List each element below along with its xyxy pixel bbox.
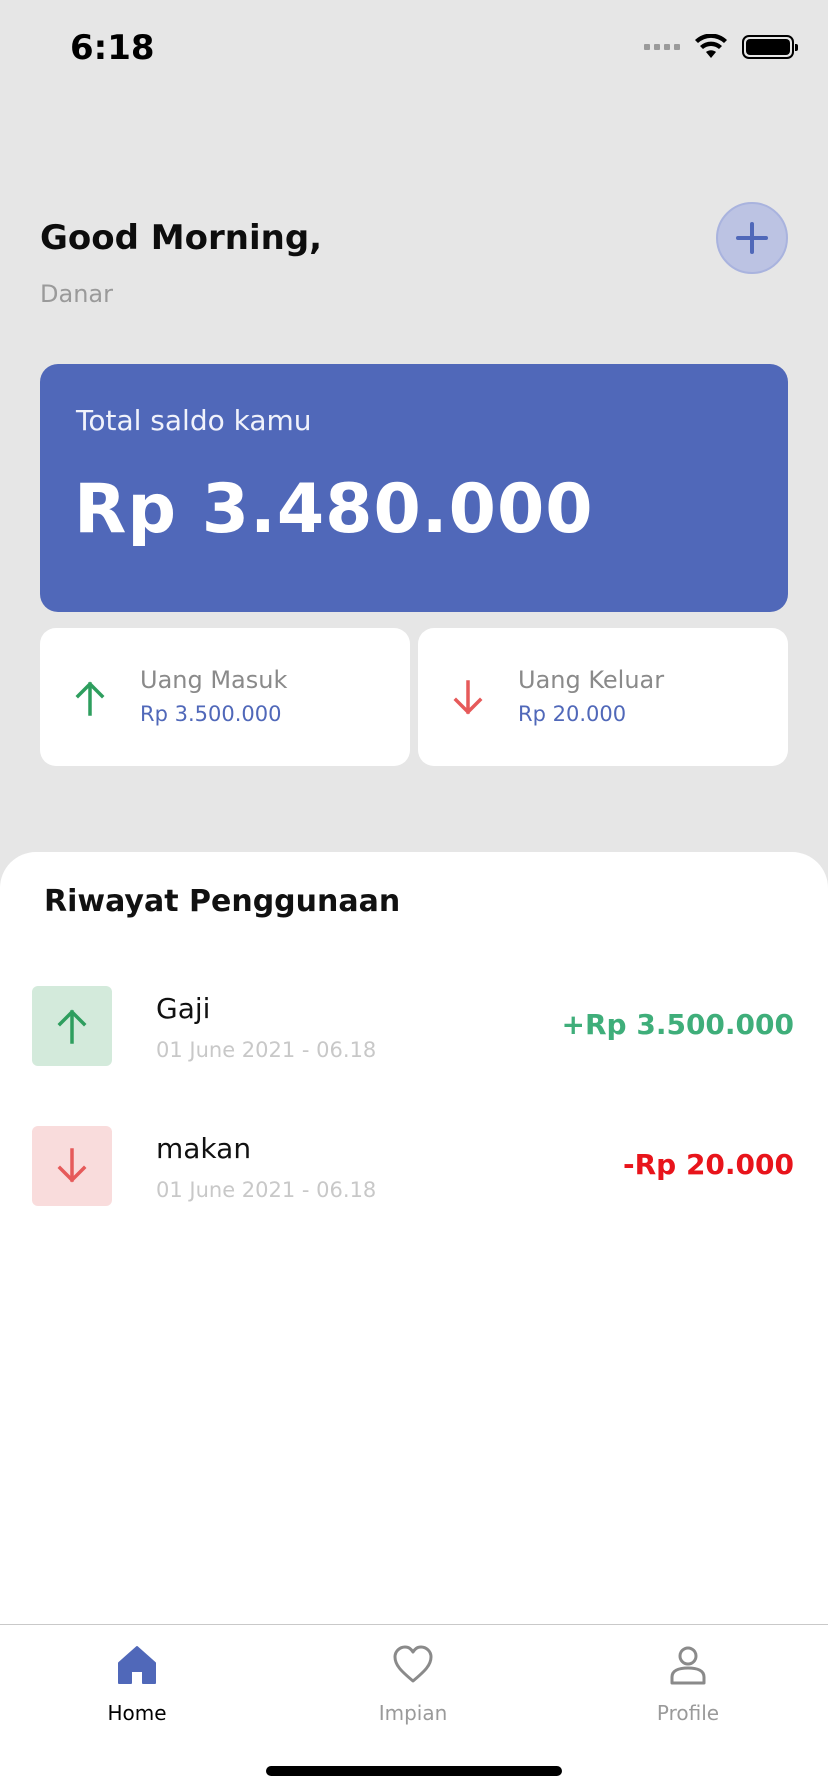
transaction-row[interactable]: makan 01 June 2021 - 06.18 -Rp 20.000 bbox=[0, 1126, 828, 1226]
tab-label: Home bbox=[107, 1701, 167, 1725]
balance-label: Total saldo kamu bbox=[76, 404, 312, 437]
cellular-signal-icon bbox=[644, 44, 680, 50]
transaction-date: 01 June 2021 - 06.18 bbox=[156, 1038, 377, 1062]
status-time: 6:18 bbox=[70, 28, 155, 68]
income-title: Uang Masuk bbox=[140, 666, 288, 694]
wifi-icon bbox=[695, 34, 727, 58]
status-icons bbox=[644, 34, 798, 60]
tab-impian[interactable]: Impian bbox=[323, 1643, 503, 1743]
arrow-up-icon bbox=[75, 681, 105, 716]
transaction-date: 01 June 2021 - 06.18 bbox=[156, 1178, 377, 1202]
transaction-amount: -Rp 20.000 bbox=[622, 1148, 794, 1181]
add-transaction-button[interactable] bbox=[716, 202, 788, 274]
arrow-down-icon bbox=[57, 1148, 87, 1183]
income-card[interactable]: Uang Masuk Rp 3.500.000 bbox=[40, 628, 410, 766]
heart-icon bbox=[393, 1645, 433, 1683]
username-text: Danar bbox=[40, 280, 113, 308]
balance-value: Rp 3.480.000 bbox=[74, 470, 594, 549]
transaction-name: Gaji bbox=[156, 992, 211, 1025]
income-value: Rp 3.500.000 bbox=[140, 702, 282, 726]
user-icon bbox=[670, 1646, 706, 1685]
expense-card[interactable]: Uang Keluar Rp 20.000 bbox=[418, 628, 788, 766]
battery-icon bbox=[742, 35, 798, 59]
greeting-text: Good Morning, bbox=[40, 218, 323, 258]
balance-card: Total saldo kamu Rp 3.480.000 bbox=[40, 364, 788, 612]
home-icon bbox=[118, 1646, 156, 1684]
tab-label: Profile bbox=[656, 1701, 720, 1725]
status-bar: 6:18 bbox=[0, 0, 828, 100]
transaction-row[interactable]: Gaji 01 June 2021 - 06.18 +Rp 3.500.000 bbox=[0, 986, 828, 1086]
arrow-up-icon bbox=[57, 1009, 87, 1044]
history-title: Riwayat Penggunaan bbox=[44, 884, 401, 919]
tab-home[interactable]: Home bbox=[47, 1643, 227, 1743]
transaction-name: makan bbox=[156, 1132, 252, 1165]
home-indicator[interactable] bbox=[266, 1766, 562, 1776]
transaction-icon-box bbox=[32, 1126, 112, 1206]
tab-label: Impian bbox=[378, 1701, 448, 1725]
expense-title: Uang Keluar bbox=[518, 666, 665, 694]
expense-value: Rp 20.000 bbox=[518, 702, 627, 726]
arrow-down-icon bbox=[453, 680, 483, 715]
transaction-amount: +Rp 3.500.000 bbox=[561, 1008, 794, 1041]
tab-profile[interactable]: Profile bbox=[598, 1643, 778, 1743]
transaction-icon-box bbox=[32, 986, 112, 1066]
plus-icon bbox=[736, 222, 768, 254]
